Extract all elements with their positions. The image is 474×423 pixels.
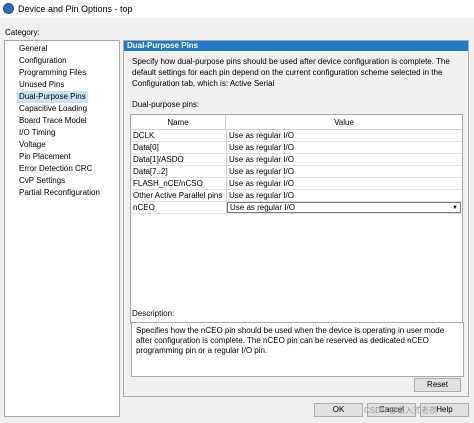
category-item-io-timing[interactable]: I/O Timing: [17, 127, 57, 139]
pin-name: Other Active Parallel pins: [133, 191, 223, 200]
table-row[interactable]: Other Active Parallel pins Use as regula…: [131, 190, 462, 202]
pin-value[interactable]: Use as regular I/O: [229, 154, 294, 166]
description-label: Description:: [132, 309, 175, 318]
table-row[interactable]: nCEO Use as regular I/O ▼: [131, 202, 462, 214]
category-item-pin-placement[interactable]: Pin Placement: [17, 151, 73, 163]
panel-header: Dual-Purpose Pins: [124, 41, 468, 51]
column-header-name[interactable]: Name: [131, 115, 226, 130]
dual-purpose-table[interactable]: Name Value DCLK Use as regular I/O Data[…: [130, 114, 463, 324]
column-header-value[interactable]: Value: [226, 115, 462, 130]
window-title: Device and Pin Options - top: [18, 4, 133, 14]
pin-name: Data[0]: [133, 143, 159, 152]
pin-value[interactable]: Use as regular I/O: [229, 130, 294, 142]
pin-value[interactable]: Use as regular I/O: [229, 166, 294, 178]
category-list[interactable]: General Configuration Programming Files …: [4, 40, 120, 417]
watermark: CSDN @嵌入式老夜: [364, 406, 438, 415]
pin-value: Use as regular I/O: [230, 203, 295, 212]
category-item-partial-reconfiguration[interactable]: Partial Reconfiguration: [17, 187, 102, 199]
ncEO-value-select[interactable]: Use as regular I/O ▼: [227, 202, 461, 213]
settings-panel: Dual-Purpose Pins Specify how dual-purpo…: [123, 40, 469, 397]
pin-value[interactable]: Use as regular I/O: [229, 178, 294, 190]
pin-name: DCLK: [133, 131, 155, 140]
table-row[interactable]: Data[0] Use as regular I/O: [131, 142, 462, 154]
category-item-board-trace-model[interactable]: Board Trace Model: [17, 115, 89, 127]
category-item-cvp-settings[interactable]: CvP Settings: [17, 175, 67, 187]
category-item-general[interactable]: General: [17, 43, 49, 55]
table-row[interactable]: DCLK Use as regular I/O: [131, 130, 462, 142]
dual-purpose-label: Dual-purpose pins:: [132, 100, 200, 109]
title-bar: Device and Pin Options - top: [0, 0, 474, 18]
panel-description: Specify how dual-purpose pins should be …: [132, 57, 450, 88]
table-row[interactable]: Data[7..2] Use as regular I/O: [131, 166, 462, 178]
pin-name: Data[1]/ASDO: [133, 155, 184, 164]
category-item-dual-purpose-pins[interactable]: Dual-Purpose Pins: [17, 91, 88, 103]
pin-value[interactable]: Use as regular I/O: [229, 142, 294, 154]
pin-name: FLASH_nCE/nCSO: [133, 179, 203, 188]
reset-button[interactable]: Reset: [414, 378, 461, 392]
pin-value[interactable]: Use as regular I/O: [229, 190, 294, 202]
category-item-error-detection-crc[interactable]: Error Detection CRC: [17, 163, 94, 175]
category-item-capacitive-loading[interactable]: Capacitive Loading: [17, 103, 89, 115]
category-item-unused-pins[interactable]: Unused Pins: [17, 79, 66, 91]
description-box: Specifies how the nCEO pin should be use…: [131, 322, 464, 377]
table-row[interactable]: Data[1]/ASDO Use as regular I/O: [131, 154, 462, 166]
category-label: Category:: [5, 28, 40, 37]
category-item-voltage[interactable]: Voltage: [17, 139, 48, 151]
category-item-configuration[interactable]: Configuration: [17, 55, 69, 67]
app-icon: [3, 3, 14, 14]
dropdown-arrow-icon[interactable]: ▼: [452, 203, 458, 213]
table-row[interactable]: FLASH_nCE/nCSO Use as regular I/O: [131, 178, 462, 190]
pin-name: Data[7..2]: [133, 167, 168, 176]
ok-button[interactable]: OK: [314, 403, 363, 417]
category-item-programming-files[interactable]: Programming Files: [17, 67, 88, 79]
pin-name: nCEO: [133, 203, 155, 212]
